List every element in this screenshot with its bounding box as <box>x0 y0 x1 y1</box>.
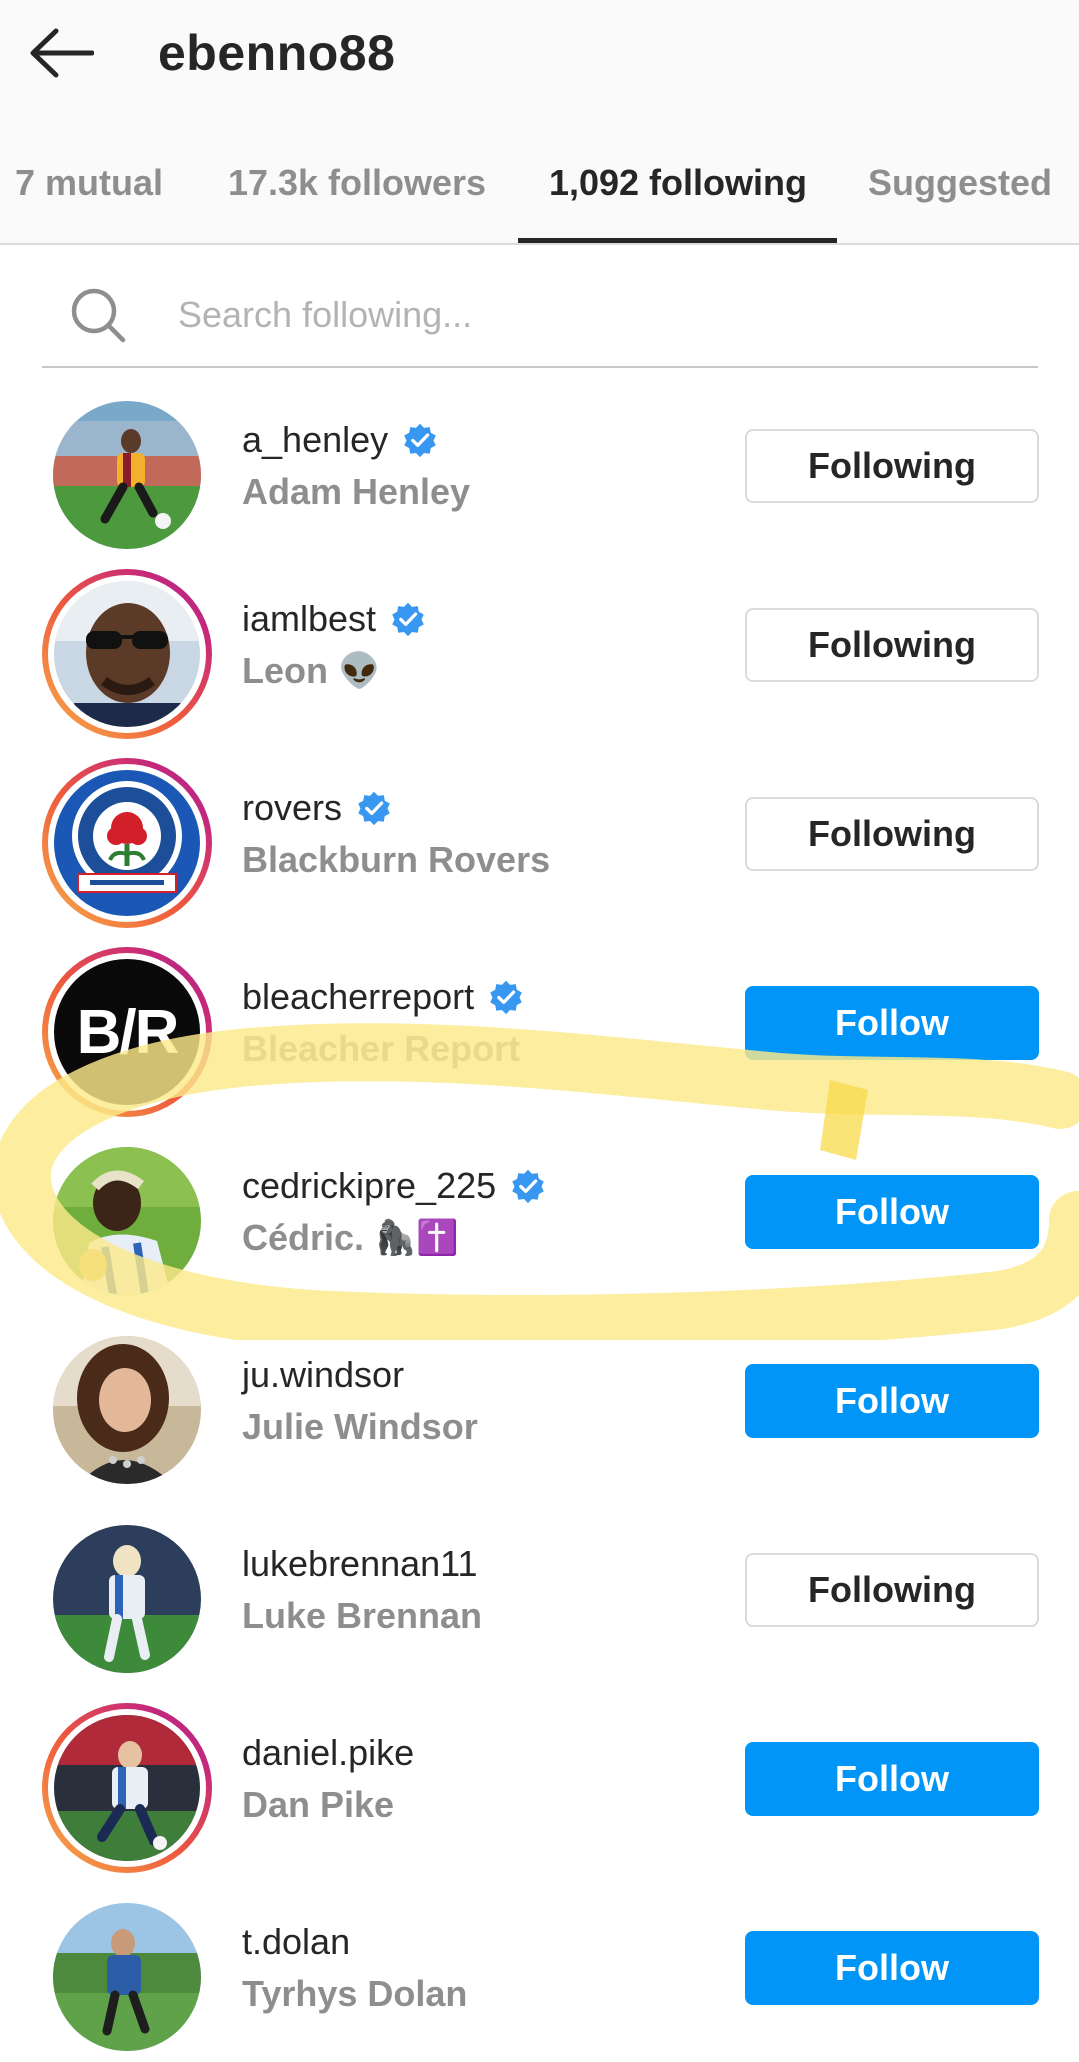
tab-suggested[interactable]: Suggested <box>868 150 1052 245</box>
avatar[interactable] <box>42 390 212 560</box>
back-button[interactable] <box>26 22 96 84</box>
user-handle[interactable]: iamlbest <box>242 595 426 643</box>
arrow-left-icon <box>30 28 94 78</box>
verified-badge-icon <box>490 980 522 1015</box>
list-item[interactable]: a_henley Adam Henley Following <box>0 390 1079 579</box>
user-names: rovers Blackburn Rovers <box>242 784 550 884</box>
list-item[interactable]: cedrickipre_225 Cédric. 🦍✝️ Follow <box>0 1136 1079 1325</box>
list-item[interactable]: t.dolan Tyrhys Dolan Follow <box>0 1892 1079 2062</box>
avatar[interactable] <box>42 1514 212 1684</box>
avatar[interactable] <box>42 1325 212 1495</box>
follow-button[interactable]: Follow <box>745 1742 1039 1816</box>
list-item[interactable]: iamlbest Leon 👽 Following <box>0 569 1079 758</box>
gorilla-cross-emoji-icon: 🦍✝️ <box>374 1218 459 1258</box>
avatar-story-ring[interactable] <box>42 1703 212 1873</box>
tab-followers[interactable]: 17.3k followers <box>226 150 488 245</box>
avatar-image: B/R <box>54 959 200 1105</box>
user-names: t.dolan Tyrhys Dolan <box>242 1918 467 2018</box>
user-full-name: Adam Henley <box>242 471 471 512</box>
user-names: cedrickipre_225 Cédric. 🦍✝️ <box>242 1162 546 1262</box>
list-item[interactable]: rovers Blackburn Rovers Following <box>0 758 1079 947</box>
search-icon <box>71 288 126 343</box>
following-button[interactable]: Following <box>745 608 1039 682</box>
user-handle[interactable]: cedrickipre_225 <box>242 1162 546 1210</box>
user-full-name: Dan Pike <box>242 1784 395 1825</box>
user-full-name: Tyrhys Dolan <box>242 1973 468 2014</box>
verified-badge-icon <box>512 1169 544 1204</box>
search-input[interactable] <box>178 284 998 346</box>
user-handle[interactable]: lukebrennan11 <box>242 1540 482 1588</box>
user-names: lukebrennan11 Luke Brennan <box>242 1540 482 1640</box>
avatar-image <box>53 1903 201 2051</box>
search-bar <box>42 262 1038 368</box>
user-handle[interactable]: daniel.pike <box>242 1729 414 1777</box>
user-handle[interactable]: rovers <box>242 784 550 832</box>
list-item[interactable]: B/R bleacherreport Bleacher Report Follo… <box>0 947 1079 1136</box>
user-handle[interactable]: a_henley <box>242 416 470 464</box>
user-full-name: Bleacher Report <box>242 1028 521 1069</box>
follow-button[interactable]: Follow <box>745 1364 1039 1438</box>
avatar-image <box>53 1525 201 1673</box>
top-bar: ebenno88 7 mutual 17.3k followers 1,092 … <box>0 0 1079 245</box>
bleacher-report-logo: B/R <box>76 997 180 1067</box>
verified-badge-icon <box>404 423 436 458</box>
avatar-image <box>53 401 201 549</box>
avatar-image <box>54 770 200 916</box>
following-button[interactable]: Following <box>745 797 1039 871</box>
user-full-name: Leon 👽 <box>242 650 381 691</box>
user-handle[interactable]: bleacherreport <box>242 973 524 1021</box>
active-tab-indicator <box>518 238 837 243</box>
follow-button[interactable]: Follow <box>745 1931 1039 2005</box>
follow-button[interactable]: Follow <box>745 986 1039 1060</box>
following-button[interactable]: Following <box>745 429 1039 503</box>
user-handle[interactable]: ju.windsor <box>242 1351 478 1399</box>
tab-following[interactable]: 1,092 following <box>548 150 808 245</box>
avatar-story-ring[interactable]: B/R <box>42 947 212 1117</box>
profile-username: ebenno88 <box>158 25 396 81</box>
user-full-name: Julie Windsor <box>242 1406 478 1447</box>
list-item[interactable]: lukebrennan11 Luke Brennan Following <box>0 1514 1079 1703</box>
following-button[interactable]: Following <box>745 1553 1039 1627</box>
user-full-name: Cédric. 🦍✝️ <box>242 1217 459 1258</box>
avatar-image <box>54 581 200 727</box>
user-names: daniel.pike Dan Pike <box>242 1729 414 1829</box>
user-names: iamlbest Leon 👽 <box>242 595 426 695</box>
alien-emoji-icon: 👽 <box>338 651 381 691</box>
avatar-image <box>53 1147 201 1295</box>
follow-button[interactable]: Follow <box>745 1175 1039 1249</box>
list-item[interactable]: daniel.pike Dan Pike Follow <box>0 1703 1079 1892</box>
list-item[interactable]: ju.windsor Julie Windsor Follow <box>0 1325 1079 1514</box>
user-full-name: Blackburn Rovers <box>242 839 551 880</box>
tab-bar: 7 mutual 17.3k followers 1,092 following… <box>0 150 1079 245</box>
user-full-name: Luke Brennan <box>242 1595 483 1636</box>
avatar-story-ring[interactable] <box>42 758 212 928</box>
following-screen: ebenno88 7 mutual 17.3k followers 1,092 … <box>0 0 1079 2062</box>
user-names: bleacherreport Bleacher Report <box>242 973 524 1073</box>
tab-mutual[interactable]: 7 mutual <box>14 150 164 245</box>
avatar-image <box>54 1715 200 1861</box>
verified-badge-icon <box>392 602 424 637</box>
avatar-story-ring[interactable] <box>42 569 212 739</box>
user-handle[interactable]: t.dolan <box>242 1918 467 1966</box>
verified-badge-icon <box>358 791 390 826</box>
user-names: a_henley Adam Henley <box>242 416 470 516</box>
avatar-image <box>53 1336 201 1484</box>
avatar[interactable] <box>42 1892 212 2062</box>
user-names: ju.windsor Julie Windsor <box>242 1351 478 1451</box>
avatar[interactable] <box>42 1136 212 1306</box>
